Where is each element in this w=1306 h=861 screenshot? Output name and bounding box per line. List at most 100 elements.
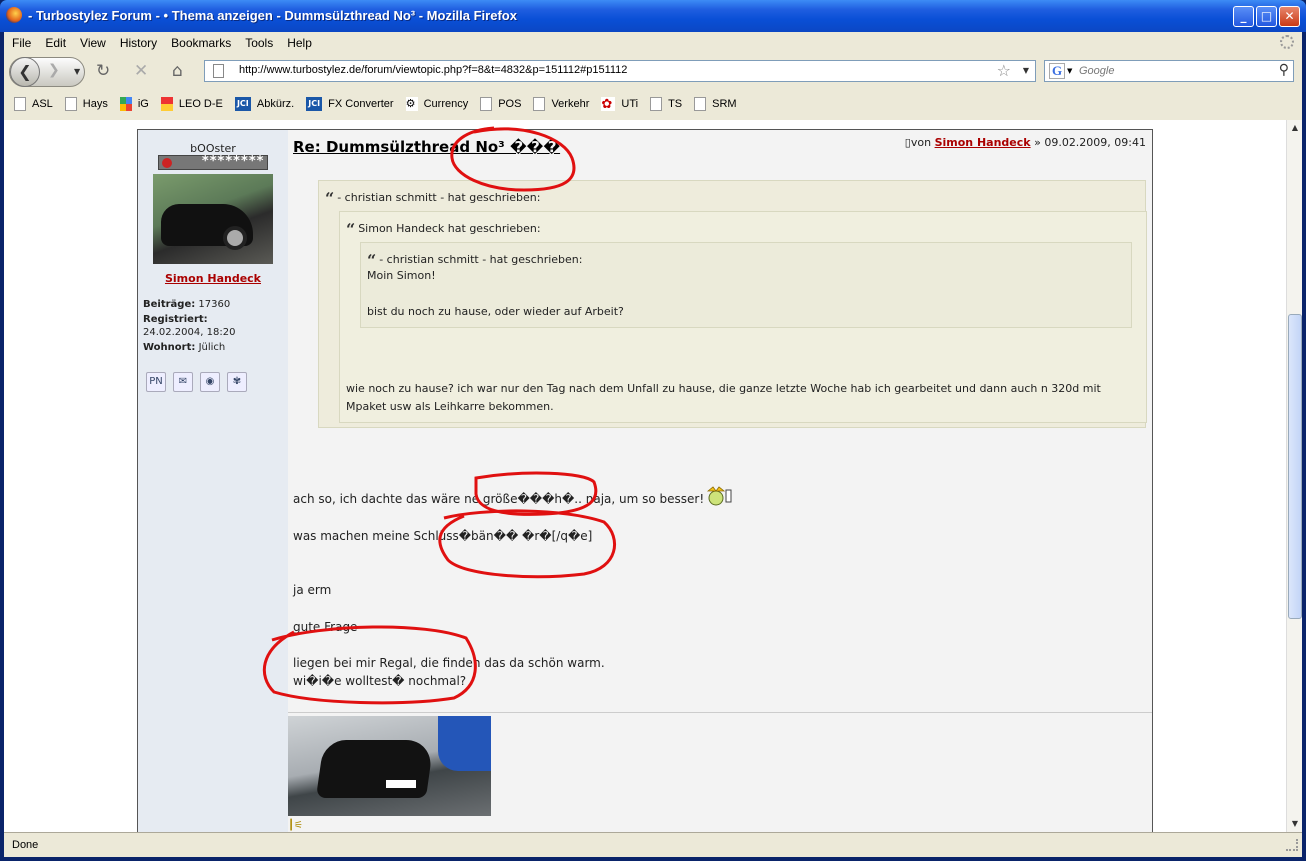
search-bar[interactable]: G ▼ Google ⚲: [1044, 60, 1294, 82]
posts-label: Beiträge:: [143, 299, 196, 310]
quote-author: - christian schmitt - hat geschrieben:: [337, 191, 541, 204]
profile-link[interactable]: Simon Handeck: [138, 272, 288, 285]
search-engine-dropdown-icon[interactable]: ▼: [1067, 67, 1072, 75]
post-meta: ▯von Simon Handeck » 09.02.2009, 09:41: [905, 136, 1146, 149]
website-icon[interactable]: ◉: [200, 372, 220, 392]
avatar: [153, 174, 273, 264]
post-profile: bOOster ******** Simon Handeck Beiträge:…: [138, 130, 288, 832]
bookmark-verkehr[interactable]: Verkehr: [533, 97, 589, 111]
post-text: gute Frage: [293, 620, 358, 634]
vertical-scrollbar[interactable]: ▲ ▼: [1286, 120, 1302, 832]
quote-author: - christian schmitt - hat geschrieben:: [379, 253, 583, 266]
quote-header: “- christian schmitt - hat geschrieben:: [325, 189, 540, 208]
icq-icon[interactable]: ✾: [227, 372, 247, 392]
url-bar[interactable]: http://www.turbostylez.de/forum/viewtopi…: [204, 60, 1036, 82]
menu-file[interactable]: File: [12, 36, 31, 50]
forward-button[interactable]: ❯: [48, 62, 60, 78]
minimize-button[interactable]: _: [1233, 6, 1254, 27]
resize-grip-icon[interactable]: [1286, 839, 1298, 851]
quote-text: bist du noch zu hause, oder wieder auf A…: [367, 305, 624, 318]
bookmark-currency[interactable]: ⚙ Currency: [405, 97, 468, 111]
bookmark-abkuerz[interactable]: JCI Abkürz.: [234, 97, 295, 111]
page-icon: [694, 97, 707, 111]
bookmark-pos[interactable]: POS: [480, 97, 521, 111]
menu-view[interactable]: View: [80, 36, 106, 50]
home-icon[interactable]: ⌂: [172, 62, 183, 80]
menu-history[interactable]: History: [120, 36, 157, 50]
bookmark-label: UTi: [621, 98, 639, 110]
uti-icon: ✿: [601, 97, 616, 111]
bookmark-label: SRM: [712, 98, 737, 110]
post-author-link[interactable]: Simon Handeck: [935, 136, 1031, 149]
menu-edit[interactable]: Edit: [45, 36, 66, 50]
quote-text: Mpaket usw als Leihkarre bekommen.: [346, 400, 554, 413]
post-text: liegen bei mir Regal, die finden das da …: [293, 656, 605, 670]
avatar-wheel: [223, 226, 247, 250]
bookmark-star-icon[interactable]: ☆: [997, 61, 1011, 80]
quote-middle: “Simon Handeck hat geschrieben: “- chris…: [339, 211, 1147, 423]
menu-tools[interactable]: Tools: [245, 36, 273, 50]
search-placeholder[interactable]: Google: [1079, 65, 1114, 77]
currency-icon: ⚙: [405, 97, 418, 111]
url-text[interactable]: http://www.turbostylez.de/forum/viewtopi…: [239, 64, 627, 76]
bookmark-asl[interactable]: ASL: [14, 97, 53, 111]
page-icon: [64, 97, 77, 111]
menu-bar: File Edit View History Bookmarks Tools H…: [4, 32, 1302, 54]
bookmark-ts[interactable]: TS: [650, 97, 682, 111]
signature-plate: [386, 780, 416, 788]
scroll-thumb[interactable]: [1288, 314, 1302, 619]
bookmark-label: Abkürz.: [256, 98, 295, 110]
bookmark-hays[interactable]: Hays: [64, 97, 108, 111]
history-dropdown-icon[interactable]: ▼: [74, 67, 80, 76]
jci-icon: JCI: [306, 97, 323, 111]
scroll-up-icon[interactable]: ▲: [1287, 120, 1303, 136]
bookmark-leo[interactable]: LEO D-E: [160, 97, 223, 111]
stop-icon[interactable]: ✕: [134, 62, 148, 80]
status-text: Done: [12, 839, 39, 851]
google-icon: [119, 97, 132, 111]
location-value: Jülich: [198, 342, 226, 353]
google-icon[interactable]: G: [1049, 63, 1065, 79]
forum-post: bOOster ******** Simon Handeck Beiträge:…: [137, 129, 1153, 832]
bookmark-label: TS: [668, 98, 683, 110]
email-icon[interactable]: ✉: [173, 372, 193, 392]
post-text: wi�i�e wolltest� nochmal?: [293, 674, 467, 688]
search-icon[interactable]: ⚲: [1279, 62, 1289, 78]
firefox-icon: [6, 7, 22, 23]
post-text: ach so, ich dachte das wäre ne größe���h…: [293, 492, 705, 506]
bookmark-uti[interactable]: ✿ UTi: [601, 97, 638, 111]
window-titlebar: - Turbostylez Forum - • Thema anzeigen -…: [0, 0, 1306, 32]
back-forward-group: ❮ ❯ ▼: [9, 57, 85, 87]
url-dropdown-icon[interactable]: ▼: [1023, 66, 1029, 75]
throbber-icon: [1280, 35, 1294, 49]
navigation-toolbar: ❮ ❯ ▼ ↻ ✕ ⌂ http://www.turbostylez.de/fo…: [4, 54, 1302, 90]
page-icon: [213, 64, 224, 78]
quote-icon: “: [346, 220, 356, 239]
posts-count: 17360: [198, 299, 231, 310]
signature-car-blue: [438, 716, 491, 771]
back-button[interactable]: ❮: [10, 57, 40, 87]
bookmark-fx-converter[interactable]: JCI FX Converter: [306, 97, 394, 111]
pm-icon[interactable]: PN: [146, 372, 166, 392]
bookmark-label: ASL: [32, 98, 53, 110]
reload-icon[interactable]: ↻: [96, 62, 110, 80]
bookmark-ig[interactable]: iG: [119, 97, 149, 111]
quote-icon: “: [325, 189, 335, 208]
close-button[interactable]: ✕: [1279, 6, 1300, 27]
menu-help[interactable]: Help: [287, 36, 312, 50]
registered-date: 24.02.2004, 18:20: [143, 327, 236, 338]
page-icon: [650, 97, 663, 111]
bookmark-label: LEO D-E: [178, 98, 223, 110]
status-bar: Done: [4, 832, 1302, 857]
bookmark-srm[interactable]: SRM: [694, 97, 737, 111]
rank-stars: ********: [201, 154, 264, 169]
post-text: was machen meine Schlüss�bän�� �r�[/q�e]: [293, 529, 593, 543]
scroll-down-icon[interactable]: ▼: [1287, 816, 1303, 832]
menu-bookmarks[interactable]: Bookmarks: [171, 36, 231, 50]
maximize-button[interactable]: □: [1256, 6, 1277, 27]
leo-icon: [160, 97, 173, 111]
location-label: Wohnort:: [143, 342, 196, 353]
profile-stats: Beiträge: 17360 Registriert: 24.02.2004,…: [143, 298, 235, 356]
signature-image: [288, 716, 491, 816]
post-title[interactable]: Re: Dummsülzthread No³ ���: [293, 138, 560, 156]
